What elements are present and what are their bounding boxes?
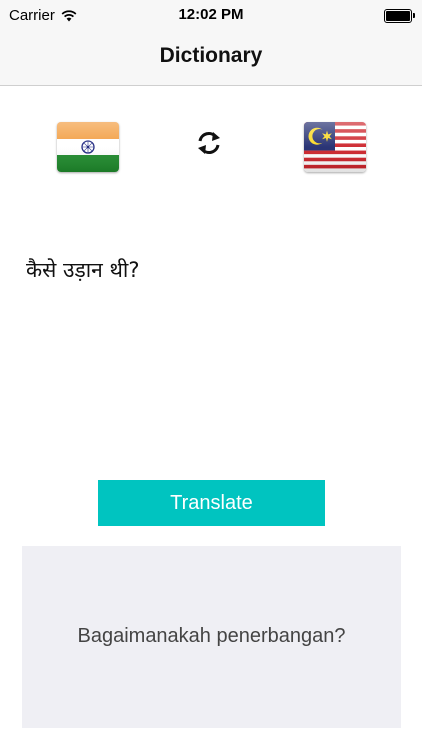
app-screen: Carrier 12:02 PM Dictionary कैसे उड़ान थ…: [0, 0, 422, 750]
status-time: 12:02 PM: [178, 6, 244, 23]
target-language-flag-malaysia[interactable]: [304, 122, 366, 172]
translation-result-box: Bagaimanakah penerbangan?: [22, 546, 401, 728]
india-flag-icon: [57, 122, 119, 172]
status-bar: Carrier 12:02 PM: [0, 0, 422, 32]
swap-languages-button[interactable]: [193, 127, 225, 159]
page-title: Dictionary: [159, 44, 263, 67]
swap-arrows-icon: [198, 132, 220, 154]
source-language-flag-india[interactable]: [57, 122, 119, 172]
malaysia-flag-icon: [304, 122, 366, 172]
translation-result-text: Bagaimanakah penerbangan?: [77, 625, 346, 647]
navigation-bar: Dictionary: [0, 32, 422, 86]
battery-icon: [384, 9, 415, 23]
translate-button[interactable]: Translate: [98, 480, 325, 526]
source-text-input[interactable]: कैसे उड़ान थी?: [26, 256, 396, 446]
